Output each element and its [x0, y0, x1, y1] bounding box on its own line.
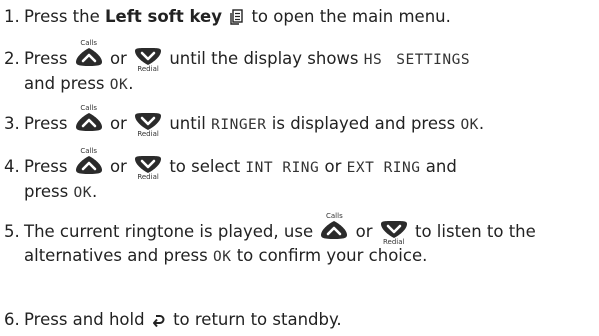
- step-number: 4.: [4, 157, 20, 176]
- step-text: and: [425, 157, 457, 176]
- display-text: HS: [363, 52, 383, 68]
- step-text: or: [109, 157, 127, 176]
- down-arrow-key-icon: Redial: [380, 220, 408, 246]
- step-number: 3.: [4, 114, 20, 133]
- menu-page-icon: [230, 8, 243, 32]
- display-text: EXT RING: [346, 160, 421, 176]
- step-text: to listen to the: [415, 222, 536, 241]
- redial-key-caption: Redial: [137, 65, 159, 73]
- redial-key-caption: Redial: [383, 238, 405, 246]
- step-text: and press: [24, 74, 105, 93]
- calls-key-caption: Calls: [80, 104, 98, 112]
- step-text: to confirm your choice.: [236, 246, 428, 265]
- step-text: Press: [24, 49, 68, 68]
- step-4: 4. Press Calls or Redial to select INT R…: [4, 147, 457, 202]
- calls-key-caption: Calls: [80, 147, 98, 155]
- step-text: or: [109, 49, 127, 68]
- up-arrow-key-icon: Calls: [320, 213, 348, 240]
- return-arrow-icon: [152, 311, 165, 335]
- step-text: Press: [24, 157, 68, 176]
- step-text: Press the: [24, 7, 105, 26]
- step-text: or: [109, 114, 127, 133]
- display-text: OK: [212, 249, 232, 265]
- step-text: to select: [169, 157, 241, 176]
- display-text: OK: [73, 185, 92, 201]
- display-text: SETTINGS: [396, 52, 471, 68]
- redial-key-caption: Redial: [137, 173, 159, 181]
- calls-key-caption: Calls: [326, 212, 343, 220]
- step-text: press: [24, 182, 69, 201]
- up-arrow-key-icon: Calls: [75, 105, 103, 132]
- up-arrow-key-icon: Calls: [75, 148, 103, 175]
- step-text: or: [324, 157, 342, 176]
- display-text: INT RING: [245, 160, 320, 176]
- step-1: 1. Press the Left soft key to open the m…: [4, 5, 451, 32]
- step-number: 6.: [4, 310, 20, 329]
- step-text: until: [169, 114, 206, 133]
- step-text: alternatives and press: [24, 246, 208, 265]
- step-3: 3. Press Calls or Redial until RINGER is…: [4, 104, 485, 138]
- down-arrow-key-icon: Redial: [134, 155, 162, 181]
- step-2: 2. Press Calls or Redial until the displ…: [4, 39, 471, 94]
- step-text: to open the main menu.: [246, 7, 451, 26]
- step-5: 5. The current ringtone is played, use C…: [4, 213, 599, 269]
- up-arrow-key-icon: Calls: [75, 40, 103, 67]
- display-text: RINGER: [211, 117, 267, 133]
- down-arrow-key-icon: Redial: [134, 112, 162, 138]
- step-text: The current ringtone is played, use: [24, 222, 314, 241]
- step-text: to return to standby.: [173, 310, 342, 329]
- step-text: is displayed and press: [271, 114, 456, 133]
- step-number: 5.: [4, 222, 20, 241]
- step-text: Press and hold: [24, 310, 145, 329]
- left-soft-key-label: Left soft key: [105, 7, 222, 26]
- display-text: OK: [109, 77, 129, 93]
- display-text: OK: [460, 117, 479, 133]
- calls-key-caption: Calls: [80, 39, 98, 47]
- redial-key-caption: Redial: [137, 130, 159, 138]
- step-text: until the display shows: [169, 49, 359, 68]
- step-number: 2.: [4, 49, 20, 68]
- step-text: or: [355, 222, 373, 241]
- step-number: 1.: [4, 7, 20, 26]
- step-6: 6. Press and hold to return to standby.: [4, 308, 342, 335]
- step-text: Press: [24, 114, 68, 133]
- down-arrow-key-icon: Redial: [134, 47, 162, 73]
